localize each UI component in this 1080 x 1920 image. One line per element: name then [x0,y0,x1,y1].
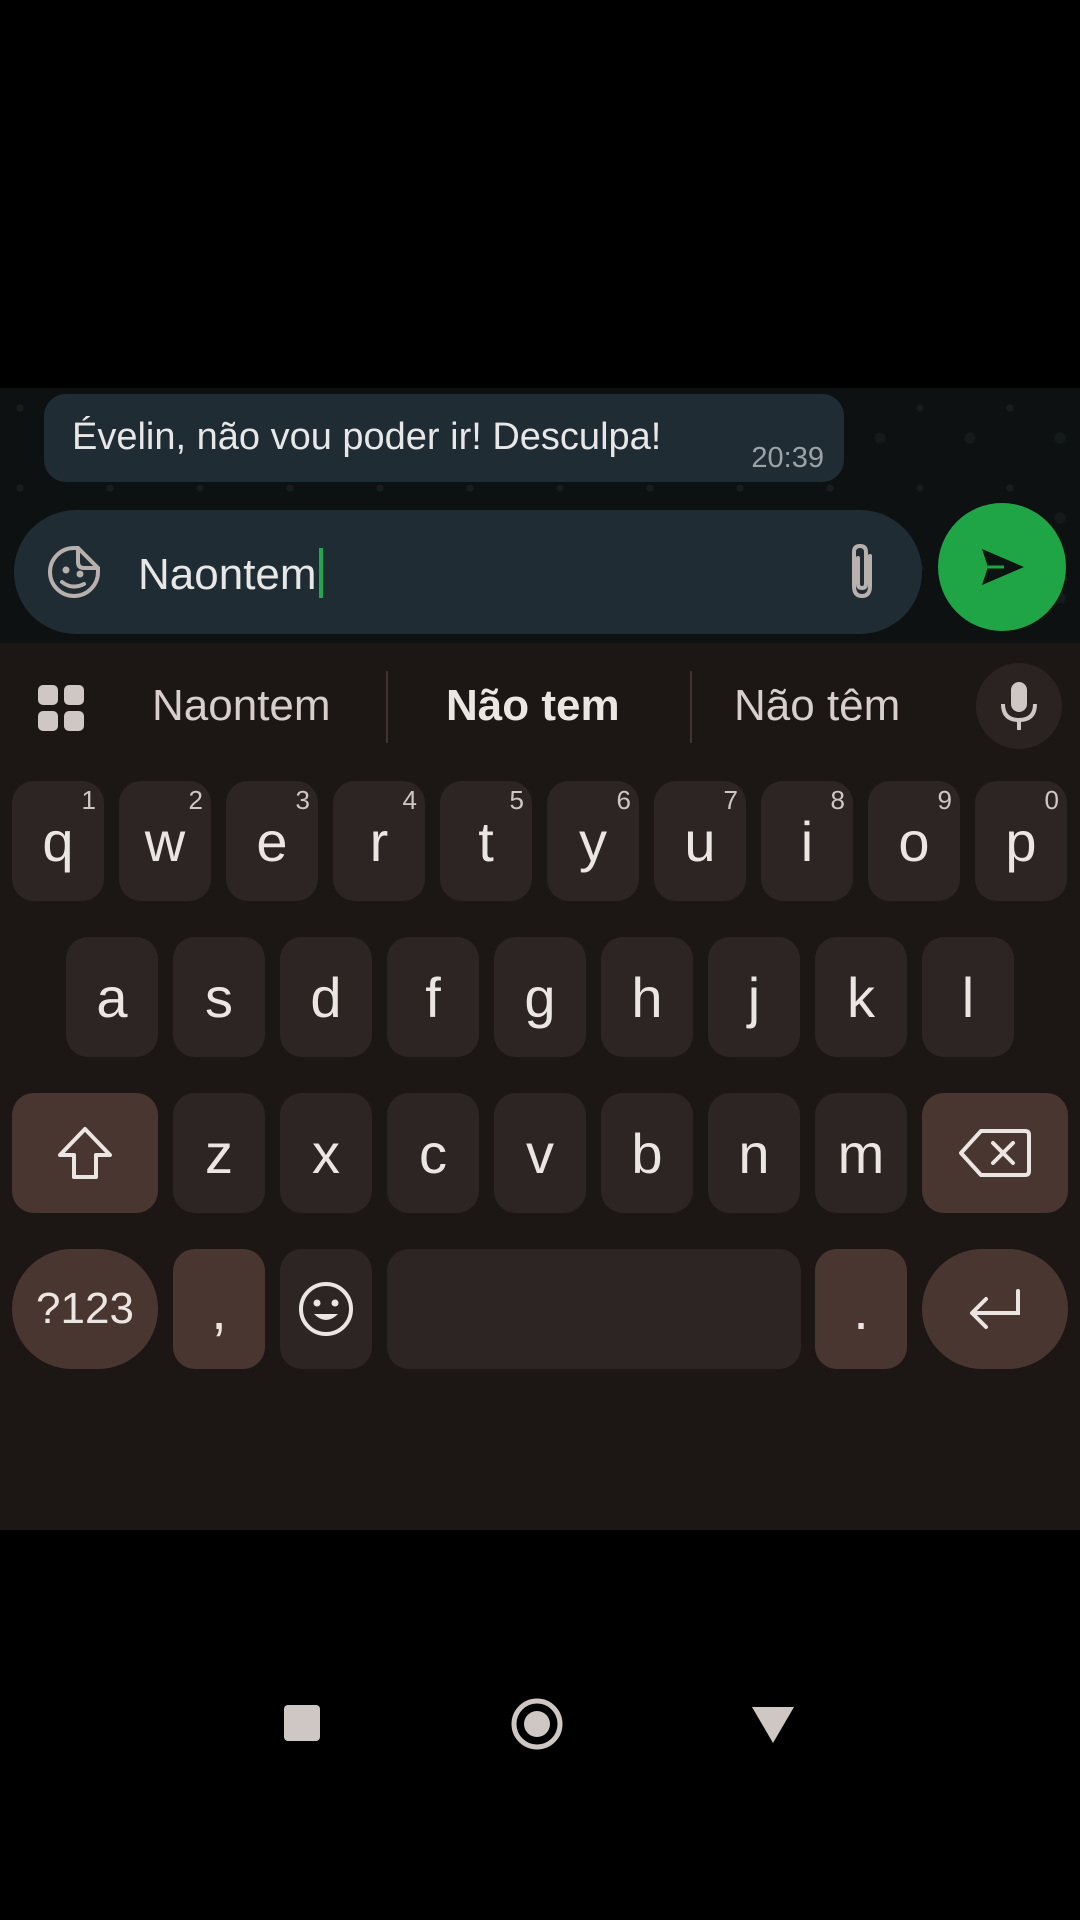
key-label: y [579,809,607,873]
key-hint: 5 [509,785,524,815]
key-v[interactable]: v [494,1093,586,1213]
send-icon [982,549,1024,585]
suggestion-divider [386,671,388,743]
navigation-bar [0,1663,1080,1785]
emoji-key[interactable] [280,1249,372,1369]
key-label: r [369,809,389,873]
key-hint: 9 [937,785,952,815]
key-label: t [478,809,494,873]
key-x[interactable]: x [280,1093,372,1213]
key-b[interactable]: b [601,1093,693,1213]
send-button[interactable] [938,503,1066,631]
symbols-key[interactable]: ?123 [12,1249,158,1369]
home-circle-icon[interactable] [510,1697,564,1756]
key-hint: 0 [1044,785,1059,815]
key-hint: 6 [616,785,631,815]
key-q[interactable]: q1 [12,781,104,901]
paperclip-icon[interactable] [838,540,886,604]
key-o[interactable]: o9 [868,781,960,901]
key-i[interactable]: i8 [761,781,853,901]
suggestion-divider [690,671,692,743]
key-l[interactable]: l [922,937,1014,1057]
key-h[interactable]: h [601,937,693,1057]
key-hint: 8 [830,785,845,815]
apps-grid-icon[interactable] [36,683,86,733]
key-label: p [1005,809,1037,873]
message-bubble[interactable]: Évelin, não vou poder ir! Desculpa! 20:3… [44,394,844,482]
keyboard: Naontem Não tem Não têm q1 w2 e3 r4 t5 y… [0,643,1080,1750]
suggestion-2[interactable]: Não tem [446,681,620,731]
message-composer[interactable]: Naontem [14,510,922,634]
key-z[interactable]: z [173,1093,265,1213]
comma-key[interactable]: , [173,1249,265,1369]
key-u[interactable]: u7 [654,781,746,901]
key-m[interactable]: m [815,1093,907,1213]
suggestion-bar: Naontem Não tem Não têm [0,643,1080,763]
message-text: Évelin, não vou poder ir! Desculpa! [72,416,662,458]
key-a[interactable]: a [66,937,158,1057]
chat-area: Évelin, não vou poder ir! Desculpa! 20:3… [0,388,1080,643]
key-label: q [42,809,74,873]
text-cursor [318,548,323,598]
emoji-icon [299,1282,353,1336]
sticker-icon[interactable] [44,542,104,602]
key-d[interactable]: d [280,937,372,1057]
microphone-icon [1001,682,1037,730]
key-hint: 1 [81,785,96,815]
key-w[interactable]: w2 [119,781,211,901]
key-hint: 7 [723,785,738,815]
key-label: o [898,809,930,873]
suggestion-3[interactable]: Não têm [734,681,900,731]
key-t[interactable]: t5 [440,781,532,901]
key-label: u [684,809,716,873]
key-n[interactable]: n [708,1093,800,1213]
key-hint: 4 [402,785,417,815]
key-s[interactable]: s [173,937,265,1057]
back-triangle-icon[interactable] [750,1705,796,1750]
key-j[interactable]: j [708,937,800,1057]
backspace-icon [959,1129,1031,1177]
enter-key[interactable] [922,1249,1068,1369]
space-key[interactable] [387,1249,801,1369]
shift-key[interactable] [12,1093,158,1213]
key-r[interactable]: r4 [333,781,425,901]
key-g[interactable]: g [494,937,586,1057]
key-hint: 2 [188,785,203,815]
key-c[interactable]: c [387,1093,479,1213]
backspace-key[interactable] [922,1093,1068,1213]
key-f[interactable]: f [387,937,479,1057]
microphone-button[interactable] [976,663,1062,749]
key-p[interactable]: p0 [975,781,1067,901]
key-k[interactable]: k [815,937,907,1057]
key-y[interactable]: y6 [547,781,639,901]
enter-icon [970,1289,1020,1329]
key-label: w [144,809,186,873]
key-e[interactable]: e3 [226,781,318,901]
period-key[interactable]: . [815,1249,907,1369]
suggestion-1[interactable]: Naontem [152,681,331,731]
phone-screen: Évelin, não vou poder ir! Desculpa! 20:3… [0,388,1080,1750]
message-input-text: Naontem [138,550,317,599]
message-time: 20:39 [751,442,824,474]
shift-icon [58,1127,112,1179]
key-hint: 3 [295,785,310,815]
square-icon[interactable] [282,1703,322,1748]
key-label: e [256,809,288,873]
message-input[interactable]: Naontem [138,548,323,600]
key-label: i [800,809,814,873]
